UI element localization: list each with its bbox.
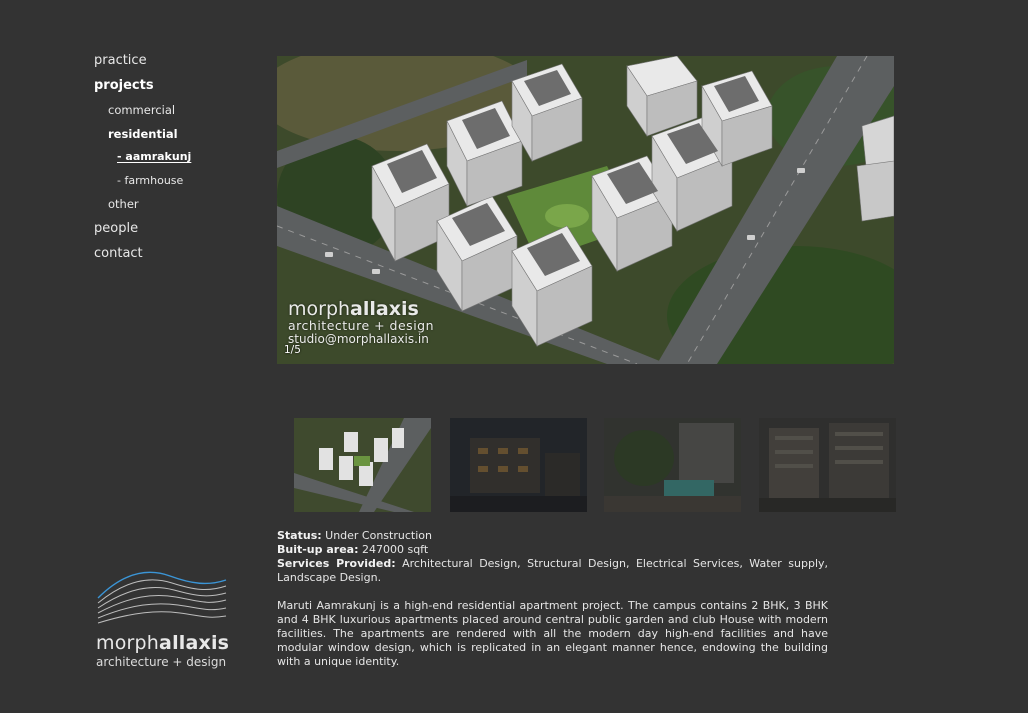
logo-waves-icon	[97, 571, 227, 624]
project-details: Status: Under Construction Buit-up area:…	[277, 529, 828, 669]
nav-people[interactable]: people	[94, 220, 191, 245]
main-navigation: practice projects commercial residential…	[94, 52, 191, 270]
services-line: Services Provided: Architectural Design,…	[277, 557, 829, 584]
brand-logo[interactable]: morphallaxis architecture + design	[96, 566, 236, 669]
thumbnail-1[interactable]	[294, 418, 431, 512]
thumbnail-3[interactable]	[604, 418, 741, 512]
watermark: morphallaxis architecture + design studi…	[288, 298, 435, 346]
thumbnail-image	[604, 418, 741, 512]
thumbnail-2[interactable]	[450, 418, 587, 512]
nav-other[interactable]: other	[94, 196, 191, 220]
nav-contact[interactable]: contact	[94, 245, 191, 270]
project-description: Maruti Aamrakunj is a high-end residenti…	[277, 599, 828, 668]
nav-residential[interactable]: residential	[94, 126, 191, 150]
logo-tagline: architecture + design	[96, 655, 227, 669]
thumbnail-image	[294, 418, 431, 512]
logo-wordmark: morphallaxis	[96, 632, 230, 654]
nav-farmhouse[interactable]: - farmhouse	[94, 173, 191, 197]
thumbnail-image	[759, 418, 896, 512]
thumbnail-image	[450, 418, 587, 512]
status-line: Status: Under Construction	[277, 529, 432, 542]
nav-commercial[interactable]: commercial	[94, 102, 191, 126]
nav-projects[interactable]: projects	[94, 77, 191, 102]
thumbnail-4[interactable]	[759, 418, 896, 512]
area-line: Buit-up area: 247000 sqft	[277, 543, 429, 556]
slide-counter: 1/5	[284, 344, 301, 356]
nav-practice[interactable]: practice	[94, 52, 191, 77]
main-slideshow-image[interactable]: morphallaxis architecture + design studi…	[277, 56, 894, 364]
nav-aamrakunj[interactable]: - aamrakunj	[94, 149, 191, 173]
